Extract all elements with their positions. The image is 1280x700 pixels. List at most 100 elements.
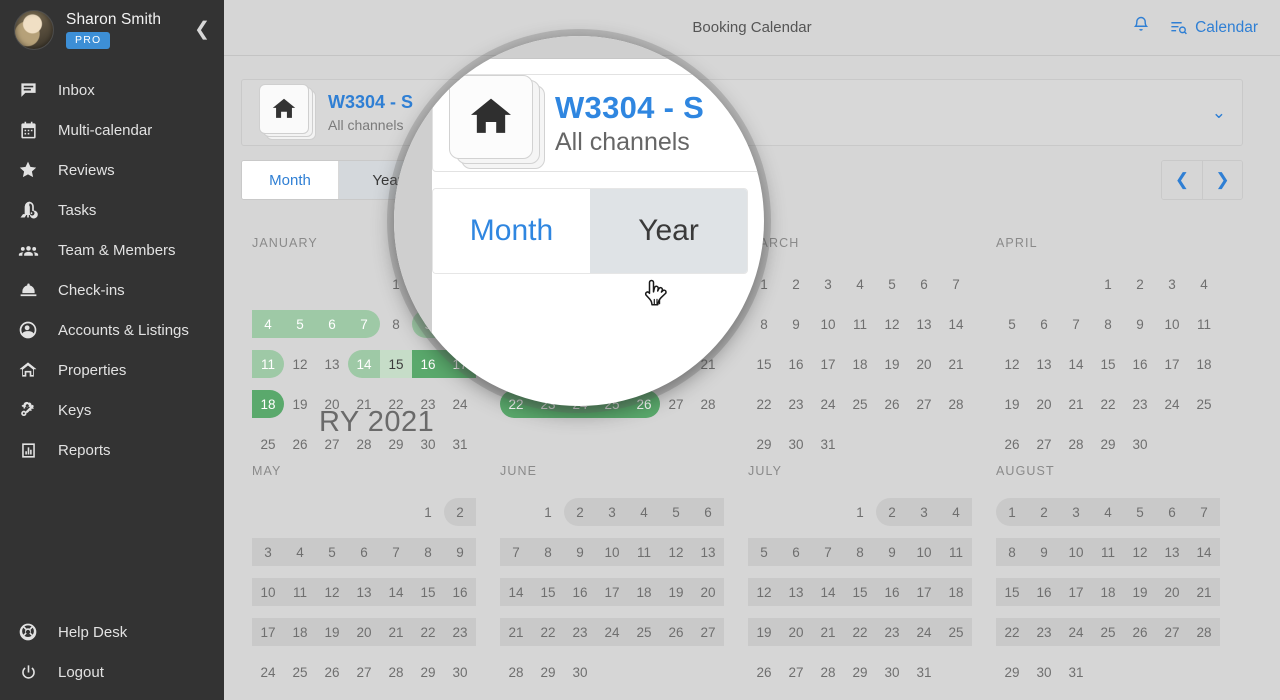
day-cell[interactable]: 14 — [940, 310, 972, 338]
day-cell[interactable]: 17 — [596, 578, 628, 606]
day-cell[interactable]: 6 — [316, 310, 348, 338]
day-cell[interactable]: 31 — [908, 658, 940, 686]
day-cell[interactable]: 24 — [812, 390, 844, 418]
day-cell[interactable]: 1 — [996, 498, 1028, 526]
calendar-link[interactable]: Calendar — [1169, 18, 1258, 37]
day-cell[interactable]: 17 — [1060, 578, 1092, 606]
day-cell[interactable]: 14 — [1060, 350, 1092, 378]
day-cell[interactable]: 23 — [564, 618, 596, 646]
day-cell[interactable]: 12 — [996, 350, 1028, 378]
day-cell[interactable]: 19 — [284, 390, 316, 418]
day-cell[interactable]: 18 — [1092, 578, 1124, 606]
day-cell[interactable]: 15 — [412, 578, 444, 606]
day-cell[interactable]: 5 — [748, 538, 780, 566]
day-cell[interactable]: 12 — [660, 538, 692, 566]
day-cell[interactable]: 14 — [500, 578, 532, 606]
bell-icon[interactable] — [1131, 15, 1151, 40]
next-period-button[interactable]: ❯ — [1202, 161, 1242, 199]
day-cell[interactable]: 21 — [380, 618, 412, 646]
day-cell[interactable]: 31 — [444, 430, 476, 458]
day-cell[interactable]: 1 — [844, 498, 876, 526]
day-cell[interactable]: 10 — [252, 578, 284, 606]
day-cell[interactable]: 11 — [284, 578, 316, 606]
day-cell[interactable]: 25 — [940, 618, 972, 646]
day-cell[interactable]: 19 — [660, 578, 692, 606]
day-cell[interactable]: 29 — [844, 658, 876, 686]
day-cell[interactable]: 18 — [844, 350, 876, 378]
day-cell[interactable]: 29 — [412, 658, 444, 686]
day-cell[interactable]: 2 — [1028, 498, 1060, 526]
day-cell[interactable]: 31 — [812, 430, 844, 458]
day-cell[interactable]: 27 — [908, 390, 940, 418]
day-cell[interactable]: 18 — [1188, 350, 1220, 378]
day-cell[interactable]: 26 — [1124, 618, 1156, 646]
day-cell[interactable]: 4 — [940, 498, 972, 526]
day-cell[interactable]: 5 — [1124, 498, 1156, 526]
day-cell[interactable]: 17 — [252, 618, 284, 646]
sidebar-item-keys[interactable]: Keys — [0, 390, 224, 430]
day-cell[interactable]: 30 — [780, 430, 812, 458]
day-cell[interactable]: 18 — [284, 618, 316, 646]
day-cell[interactable]: 3 — [812, 270, 844, 298]
day-cell[interactable]: 5 — [284, 310, 316, 338]
day-cell[interactable]: 22 — [412, 618, 444, 646]
day-cell[interactable]: 23 — [444, 618, 476, 646]
day-cell[interactable]: 5 — [660, 498, 692, 526]
sidebar-item-reviews[interactable]: Reviews — [0, 150, 224, 190]
day-cell[interactable]: 22 — [1092, 390, 1124, 418]
day-cell[interactable]: 19 — [316, 618, 348, 646]
day-cell[interactable]: 13 — [692, 538, 724, 566]
day-cell[interactable]: 28 — [500, 658, 532, 686]
day-cell[interactable]: 27 — [348, 658, 380, 686]
day-cell[interactable]: 22 — [996, 618, 1028, 646]
day-cell[interactable]: 23 — [1028, 618, 1060, 646]
day-cell[interactable]: 12 — [876, 310, 908, 338]
day-cell[interactable]: 25 — [844, 390, 876, 418]
profile-block[interactable]: Sharon Smith PRO ❮ — [0, 0, 224, 64]
day-cell[interactable]: 2 — [444, 498, 476, 526]
day-cell[interactable]: 18 — [252, 390, 284, 418]
day-cell[interactable]: 15 — [844, 578, 876, 606]
day-cell[interactable]: 3 — [1156, 270, 1188, 298]
day-cell[interactable]: 29 — [996, 658, 1028, 686]
day-cell[interactable]: 9 — [1028, 538, 1060, 566]
day-cell[interactable]: 16 — [444, 578, 476, 606]
day-cell[interactable]: 1 — [1092, 270, 1124, 298]
day-cell[interactable]: 16 — [564, 578, 596, 606]
day-cell[interactable]: 24 — [1060, 618, 1092, 646]
view-toggle-month[interactable]: Month — [242, 161, 339, 199]
day-cell[interactable]: 8 — [996, 538, 1028, 566]
sidebar-item-accounts-listings[interactable]: Accounts & Listings — [0, 310, 224, 350]
day-cell[interactable]: 1 — [412, 498, 444, 526]
day-cell[interactable]: 2 — [1124, 270, 1156, 298]
day-cell[interactable]: 6 — [908, 270, 940, 298]
day-cell[interactable]: 19 — [748, 618, 780, 646]
day-cell[interactable]: 9 — [780, 310, 812, 338]
day-cell[interactable]: 11 — [1092, 538, 1124, 566]
day-cell[interactable]: 14 — [348, 350, 380, 378]
day-cell[interactable]: 23 — [1124, 390, 1156, 418]
day-cell[interactable]: 29 — [1092, 430, 1124, 458]
day-cell[interactable]: 5 — [316, 538, 348, 566]
day-cell[interactable]: 14 — [380, 578, 412, 606]
day-cell[interactable]: 12 — [316, 578, 348, 606]
day-cell[interactable]: 5 — [996, 310, 1028, 338]
day-cell[interactable]: 26 — [748, 658, 780, 686]
day-cell[interactable]: 14 — [812, 578, 844, 606]
day-cell[interactable]: 28 — [1188, 618, 1220, 646]
day-cell[interactable]: 10 — [596, 538, 628, 566]
day-cell[interactable]: 22 — [844, 618, 876, 646]
day-cell[interactable]: 13 — [908, 310, 940, 338]
magnified-view-toggle-year[interactable]: Year — [590, 189, 747, 273]
day-cell[interactable]: 27 — [1028, 430, 1060, 458]
day-cell[interactable]: 28 — [812, 658, 844, 686]
day-cell[interactable]: 25 — [284, 658, 316, 686]
day-cell[interactable]: 2 — [564, 498, 596, 526]
day-cell[interactable]: 25 — [1092, 618, 1124, 646]
day-cell[interactable]: 11 — [844, 310, 876, 338]
day-cell[interactable]: 13 — [1028, 350, 1060, 378]
day-cell[interactable]: 31 — [1060, 658, 1092, 686]
day-cell[interactable]: 7 — [348, 310, 380, 338]
day-cell[interactable]: 28 — [380, 658, 412, 686]
day-cell[interactable]: 22 — [532, 618, 564, 646]
